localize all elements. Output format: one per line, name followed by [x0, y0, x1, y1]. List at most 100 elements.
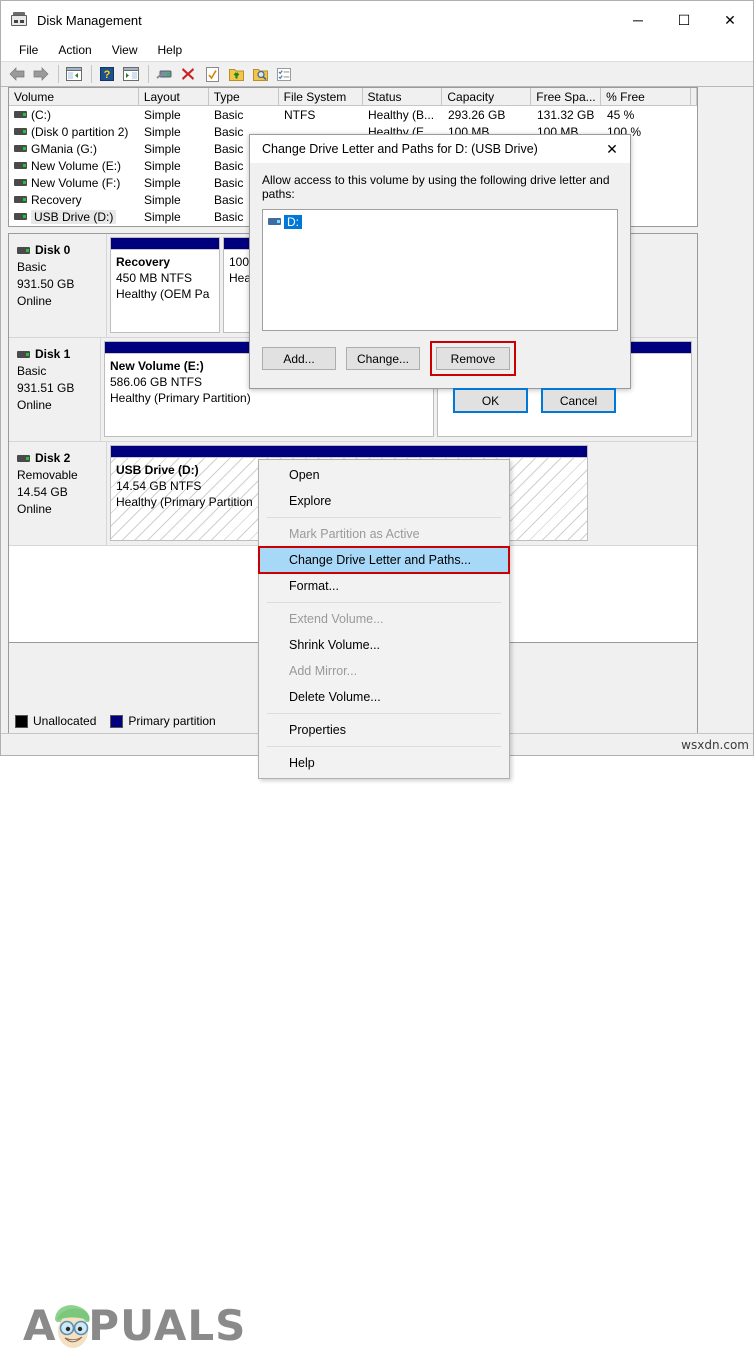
column-header-volume[interactable]: Volume — [9, 88, 139, 105]
legend-swatch-unallocated — [15, 714, 28, 728]
context-menu-item[interactable]: Change Drive Letter and Paths... — [258, 546, 510, 574]
disk-info-panel[interactable]: Disk 0 Basic 931.50 GB Online — [9, 234, 107, 337]
forward-arrow-icon[interactable] — [30, 63, 52, 85]
rescan-disks-icon[interactable] — [153, 63, 175, 85]
dialog-close-icon[interactable]: ✕ — [594, 135, 630, 163]
context-menu-item: Extend Volume... — [289, 612, 384, 626]
change-button[interactable]: Change... — [346, 347, 420, 370]
context-menu-separator — [267, 746, 501, 747]
legend-item-primary-partition: Primary partition — [110, 714, 216, 728]
maximize-icon[interactable]: ☐ — [661, 1, 707, 39]
column-header-percent-free[interactable]: % Free — [601, 88, 692, 105]
appuals-mascot-icon — [55, 1305, 90, 1348]
column-header-layout[interactable]: Layout — [139, 88, 209, 105]
disk-state: Online — [17, 294, 52, 308]
legend-label-unallocated: Unallocated — [33, 714, 97, 728]
partition-name: Recovery — [116, 255, 171, 269]
drive-letter-label: D: — [284, 215, 302, 229]
context-menu-item[interactable]: Explore — [259, 488, 509, 514]
show-hide-console-tree-icon[interactable] — [63, 63, 85, 85]
volume-cell-volume: (Disk 0 partition 2) — [9, 125, 139, 139]
volume-row[interactable]: (C:) Simple Basic NTFS Healthy (B... 293.26 G… — [9, 106, 697, 123]
column-header-capacity[interactable]: Capacity — [442, 88, 532, 105]
drive-icon — [14, 111, 27, 119]
column-header-type[interactable]: Type — [209, 88, 279, 105]
drive-icon — [268, 218, 281, 226]
context-menu-item[interactable]: Open — [259, 462, 509, 488]
volume-cell-type: Basic — [214, 107, 244, 122]
drive-letter-list-item[interactable]: D: — [268, 215, 302, 229]
volume-list-header: Volume Layout Type File System Status Ca… — [9, 88, 697, 106]
drive-icon — [14, 179, 27, 187]
menu-help[interactable]: Help — [148, 41, 193, 59]
disk-title: Disk 1 — [17, 346, 94, 363]
context-menu-item[interactable]: Format... — [259, 573, 509, 599]
menu-view[interactable]: View — [102, 41, 148, 59]
properties-icon[interactable] — [201, 63, 223, 85]
context-menu-item[interactable]: Delete Volume... — [259, 684, 509, 710]
disk-name: Disk 1 — [35, 347, 71, 361]
volume-name: (C:) — [31, 107, 51, 122]
disk-size: 931.51 GB — [17, 381, 75, 395]
ok-button[interactable]: OK — [453, 388, 528, 413]
volume-cell-layout: Simple — [144, 124, 181, 139]
disk-info-panel[interactable]: Disk 2 Removable 14.54 GB Online — [9, 442, 107, 545]
cancel-button[interactable]: Cancel — [541, 388, 616, 413]
volume-cell-volume: New Volume (F:) — [9, 176, 139, 190]
disk-management-icon — [11, 12, 27, 28]
volume-cell-layout: Simple — [144, 209, 181, 224]
options-icon[interactable] — [273, 63, 295, 85]
change-drive-letter-dialog: Change Drive Letter and Paths for D: (US… — [249, 134, 631, 413]
drive-letter-listbox[interactable]: D: — [262, 209, 618, 331]
toolbar-separator — [91, 65, 92, 83]
minimize-icon[interactable]: ─ — [615, 1, 661, 39]
menu-file[interactable]: File — [9, 41, 48, 59]
volume-cell-volume: GMania (G:) — [9, 142, 139, 156]
volume-name: Recovery — [31, 192, 82, 207]
drive-icon — [14, 128, 27, 136]
context-menu-item[interactable]: Shrink Volume... — [259, 632, 509, 658]
volume-cell-layout: Simple — [144, 192, 181, 207]
delete-icon[interactable] — [177, 63, 199, 85]
volume-cell-volume: Recovery — [9, 193, 139, 207]
menu-bar: File Action View Help — [1, 39, 753, 61]
disk-icon — [17, 454, 30, 463]
dialog-action-buttons: Add... Change... Remove — [262, 341, 618, 376]
column-header-spacer — [691, 88, 697, 105]
disk-state: Online — [17, 398, 52, 412]
disk-icon — [17, 350, 30, 359]
menu-action[interactable]: Action — [48, 41, 101, 59]
volume-name: (Disk 0 partition 2) — [31, 124, 129, 139]
partition-color-bar — [111, 238, 219, 250]
volume-cell-capacity: 293.26 GB — [448, 107, 506, 122]
legend-swatch-primary-partition — [110, 714, 124, 728]
disk-info-panel[interactable]: Disk 1 Basic 931.51 GB Online — [9, 338, 101, 441]
dialog-body: Allow access to this volume by using the… — [250, 163, 630, 413]
export-list-icon[interactable] — [225, 63, 247, 85]
volume-cell-layout: Simple — [144, 158, 181, 173]
remove-button[interactable]: Remove — [436, 347, 510, 370]
toolbar-separator — [58, 65, 59, 83]
show-hide-action-pane-icon[interactable] — [120, 63, 142, 85]
column-header-free-space[interactable]: Free Spa... — [531, 88, 602, 105]
context-menu-item[interactable]: Help — [259, 750, 509, 776]
column-header-file-system[interactable]: File System — [279, 88, 363, 105]
context-menu-item: Add Mirror... — [289, 664, 358, 678]
title-bar: Disk Management ─ ☐ ✕ — [1, 1, 753, 39]
volume-name: New Volume (E:) — [31, 158, 122, 173]
volume-context-menu[interactable]: Open Explore Mark Partition as Active Chang… — [258, 459, 510, 779]
context-menu-item[interactable]: Properties — [259, 717, 509, 743]
svg-text:?: ? — [104, 69, 111, 81]
close-icon[interactable]: ✕ — [707, 1, 753, 39]
find-icon[interactable] — [249, 63, 271, 85]
add-button[interactable]: Add... — [262, 347, 336, 370]
help-icon[interactable]: ? — [96, 63, 118, 85]
context-menu-separator — [267, 517, 501, 518]
legend-label-primary-partition: Primary partition — [128, 714, 216, 728]
volume-name: USB Drive (D:) — [31, 209, 117, 224]
back-arrow-icon[interactable] — [6, 63, 28, 85]
partition-block[interactable]: Recovery 450 MB NTFS Healthy (OEM Pa — [110, 237, 220, 333]
drive-icon — [14, 213, 27, 221]
column-header-status[interactable]: Status — [363, 88, 443, 105]
disk-type: Removable — [17, 468, 78, 482]
